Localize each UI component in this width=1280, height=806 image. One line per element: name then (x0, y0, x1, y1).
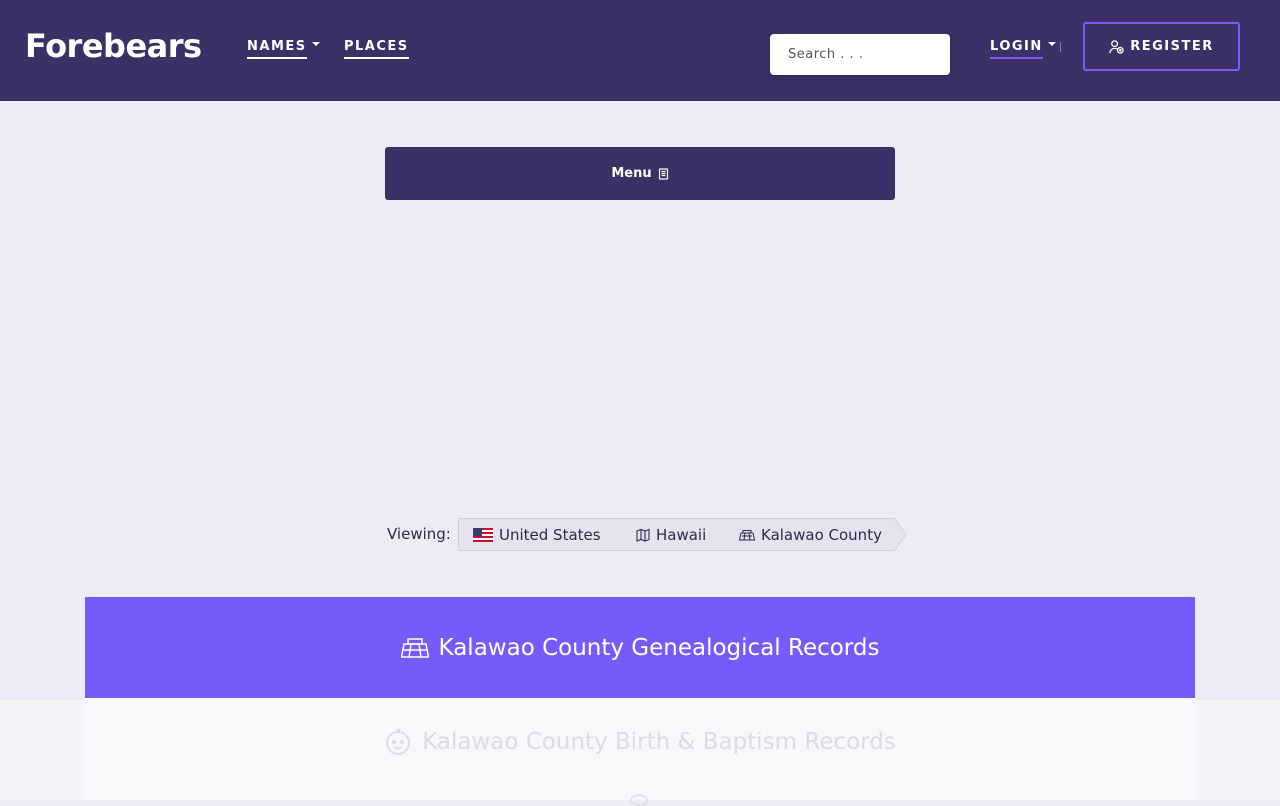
nav-names[interactable]: NAMES (247, 38, 320, 59)
breadcrumb-label: Hawaii (656, 525, 707, 544)
breadcrumb-item-hawaii[interactable]: Hawaii (618, 518, 733, 551)
section-heading-birth: Kalawao County Birth & Baptism Records (0, 728, 1280, 756)
map-icon (636, 528, 650, 542)
register-label: REGISTER (1130, 39, 1214, 54)
register-button[interactable]: REGISTER (1083, 22, 1240, 71)
nav-login-label: LOGIN (990, 38, 1043, 59)
breadcrumb-arrow (894, 518, 906, 551)
county-map-icon (739, 529, 755, 540)
breadcrumb-label: United States (499, 525, 601, 544)
user-plus-icon (1109, 40, 1124, 54)
site-header: Forebears NAMES PLACES LOGIN REGISTER (0, 0, 1280, 101)
nav-names-label: NAMES (247, 38, 307, 59)
county-map-icon (400, 637, 429, 658)
chevron-down-icon (1047, 42, 1056, 46)
site-logo[interactable]: Forebears (25, 24, 202, 68)
section-title: Kalawao County Birth & Baptism Records (422, 729, 896, 755)
page-title-banner: Kalawao County Genealogical Records (85, 597, 1195, 698)
nav-divider (1060, 42, 1061, 52)
nav-login[interactable]: LOGIN (990, 38, 1056, 59)
baby-face-icon (386, 728, 411, 755)
menu-label: Menu (611, 166, 652, 181)
breadcrumb-label: Kalawao County (761, 525, 882, 544)
us-flag-icon (473, 527, 493, 542)
breadcrumb-item-united-states[interactable]: United States (458, 518, 630, 551)
section-icon-partial (630, 794, 648, 806)
chevron-down-icon (311, 42, 320, 46)
nav-places-label: PLACES (344, 38, 409, 59)
menu-button[interactable]: Menu (385, 147, 895, 200)
breadcrumb-prefix: Viewing: (387, 525, 451, 543)
breadcrumb-item-kalawao-county[interactable]: Kalawao County (721, 518, 906, 551)
page-title: Kalawao County Genealogical Records (438, 634, 880, 661)
search-input[interactable] (770, 34, 950, 75)
breadcrumb: United States Hawaii Kalawao County (458, 518, 906, 551)
book-icon (658, 167, 668, 180)
nav-places[interactable]: PLACES (344, 38, 409, 59)
